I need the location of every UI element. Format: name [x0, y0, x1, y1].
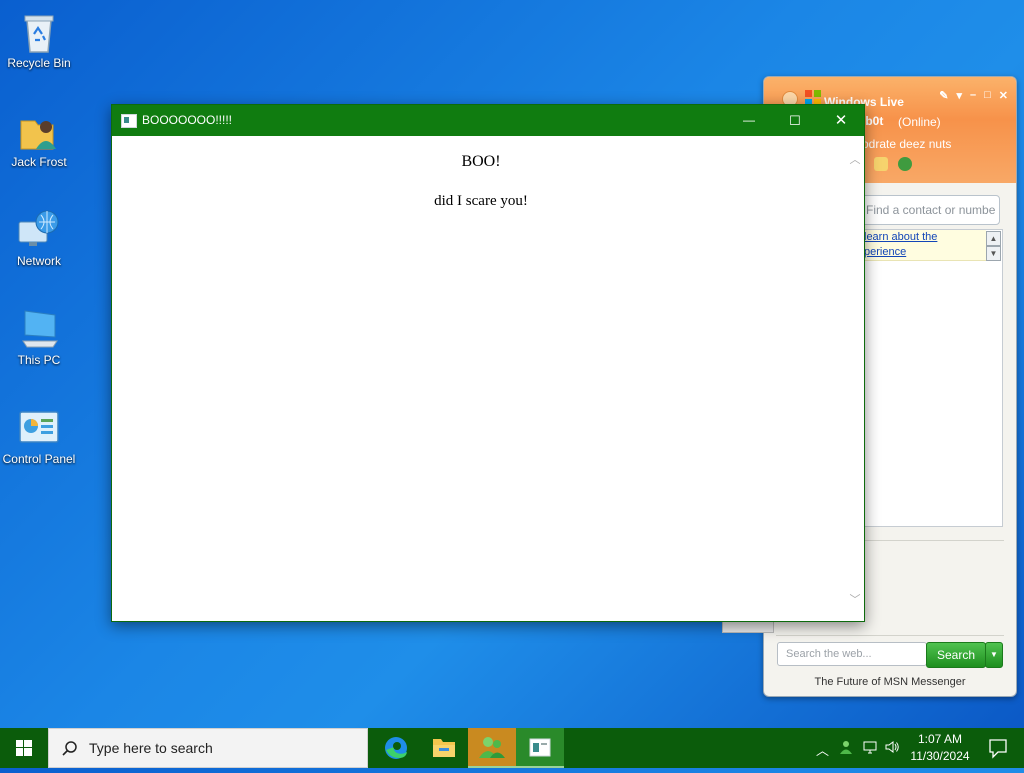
taskbar-search-placeholder: Type here to search: [89, 740, 213, 756]
boo-titlebar[interactable]: BOOOOOOO!!!!! — ☐ ✕: [112, 105, 864, 136]
messenger-footer: The Future of MSN Messenger: [814, 676, 966, 688]
scroll-down-icon[interactable]: ▼: [986, 246, 1001, 261]
promo-link-line2[interactable]: perience: [864, 246, 906, 258]
desktop-icon-control-panel[interactable]: Control Panel: [0, 400, 78, 466]
recycle-bin-icon: [17, 10, 61, 54]
taskbar-clock[interactable]: 1:07 AM 11/30/2024: [905, 731, 975, 765]
volume-icon[interactable]: [884, 739, 900, 755]
web-search-input[interactable]: Search the web...: [777, 642, 927, 666]
messenger-personal-message[interactable]: odrate deez nuts: [862, 137, 951, 151]
divider: [776, 635, 1004, 636]
taskbar-edge[interactable]: [372, 728, 420, 768]
search-icon: [62, 741, 77, 756]
edge-icon: [385, 737, 407, 759]
promo-link-line1[interactable]: learn about the: [864, 231, 937, 243]
start-button[interactable]: [0, 728, 48, 768]
scroll-up-icon[interactable]: ▲: [986, 231, 1001, 246]
desktop-icon-label: Recycle Bin: [7, 56, 71, 70]
window-title: BOOOOOOO!!!!!: [142, 113, 233, 127]
computer-icon: [17, 307, 61, 351]
xbox-icon[interactable]: [898, 157, 912, 171]
minimize-button[interactable]: —: [726, 105, 772, 136]
messenger-toolbar: [874, 157, 912, 171]
messenger-username[interactable]: lb0t: [862, 114, 883, 128]
menu-dropdown-icon[interactable]: ▾: [956, 89, 962, 102]
window-app-icon: [529, 738, 551, 757]
clock-date: 11/30/2024: [910, 749, 970, 763]
boo-content: BOO! did I scare you! ︿ ﹀: [114, 137, 862, 619]
taskbar-file-explorer[interactable]: [420, 728, 468, 768]
messenger-window-controls: ✎ ▾ – □ ✕: [939, 89, 1008, 102]
maximize-icon[interactable]: □: [984, 89, 991, 102]
user-folder-icon: [17, 109, 61, 153]
mail-icon[interactable]: [874, 157, 888, 171]
chevron-up-icon[interactable]: ︿: [816, 740, 829, 759]
close-icon[interactable]: ✕: [999, 89, 1008, 102]
minimize-icon[interactable]: –: [970, 89, 976, 102]
desktop-icon-this-pc[interactable]: This PC: [0, 301, 78, 367]
maximize-button[interactable]: ☐: [772, 105, 818, 136]
desktop-icon-network[interactable]: Network: [0, 202, 78, 268]
boo-message: did I scare you!: [434, 193, 528, 209]
paint-icon[interactable]: ✎: [939, 89, 948, 102]
notification-button[interactable]: [978, 728, 1018, 768]
taskbar-window-app[interactable]: [516, 728, 564, 768]
taskbar: Type here to search ︿ 1:07 AM 11/30/2024: [0, 728, 1024, 768]
boo-window[interactable]: BOOOOOOO!!!!! — ☐ ✕ BOO! did I scare you…: [111, 104, 865, 622]
find-contact-input[interactable]: Find a contact or numbe: [861, 195, 1000, 225]
promo-scrollbar[interactable]: ▲ ▼: [986, 231, 1001, 261]
system-tray: ︿: [812, 728, 912, 768]
control-panel-icon: [17, 406, 61, 450]
taskbar-messenger[interactable]: [468, 728, 516, 768]
network-icon: [17, 208, 61, 252]
close-button[interactable]: ✕: [818, 105, 864, 136]
boo-heading: BOO!: [461, 153, 501, 170]
messenger-status[interactable]: (Online): [898, 115, 941, 129]
desktop-icon-label: Jack Frost: [11, 155, 67, 169]
promo-banner[interactable]: learn about the perience: [862, 230, 986, 261]
clock-time: 1:07 AM: [917, 732, 963, 746]
desktop-icon-jack-frost[interactable]: Jack Frost: [0, 103, 78, 169]
web-search-button[interactable]: Search: [926, 642, 986, 668]
desktop-icon-recycle-bin[interactable]: Recycle Bin: [0, 4, 78, 70]
messenger-tray-icon[interactable]: [838, 739, 854, 755]
file-explorer-icon: [433, 739, 455, 757]
scroll-down-icon[interactable]: ﹀: [849, 591, 861, 607]
scroll-up-icon[interactable]: ︿: [849, 151, 861, 167]
taskbar-search-box[interactable]: Type here to search: [48, 728, 368, 768]
messenger-icon: [479, 737, 505, 758]
chevron-down-icon[interactable]: ▼: [985, 642, 1003, 668]
network-tray-icon[interactable]: [862, 739, 878, 755]
windows-logo-icon: [16, 740, 32, 756]
desktop-icon-label: Network: [16, 254, 61, 268]
desktop-icon-label: Control Panel: [2, 452, 76, 466]
contact-list[interactable]: learn about the perience ▲ ▼: [861, 229, 1003, 527]
app-window-icon: [121, 114, 137, 128]
notification-icon: [989, 739, 1007, 759]
desktop-icon-label: This PC: [17, 353, 61, 367]
